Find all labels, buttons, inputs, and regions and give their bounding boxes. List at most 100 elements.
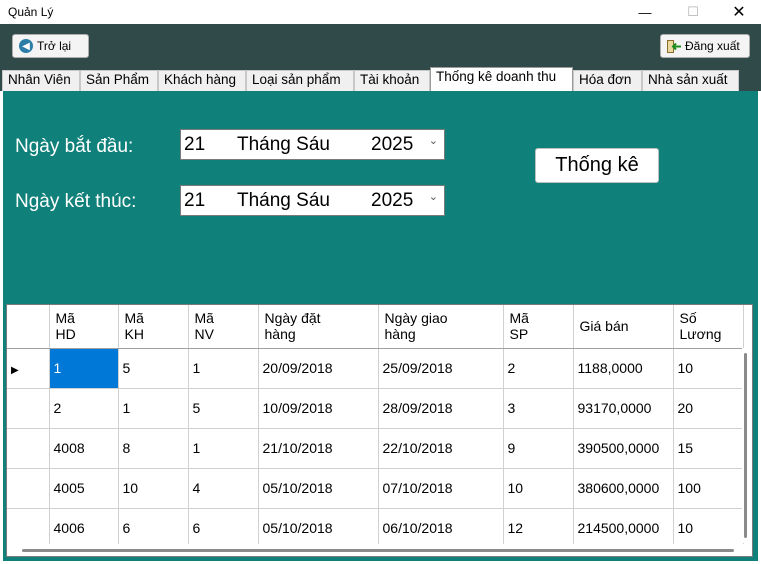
row-header[interactable] xyxy=(7,388,50,429)
table-cell[interactable]: 1 xyxy=(188,428,259,469)
table-cell[interactable]: 28/09/2018 xyxy=(378,388,504,429)
end-day: 21 xyxy=(184,190,206,211)
minimize-button[interactable]: — xyxy=(622,0,668,24)
table-cell[interactable]: 25/09/2018 xyxy=(378,348,504,389)
window-title: Quản Lý xyxy=(8,5,54,19)
table-cell[interactable]: 100 xyxy=(673,468,744,509)
table-cell[interactable]: 4005 xyxy=(49,468,119,509)
tab-thong-ke-doanh-thu[interactable]: Thống kê doanh thu xyxy=(430,67,573,91)
start-date-label: Ngày bắt đầu: xyxy=(15,136,134,157)
back-button-label: Trở lại xyxy=(37,39,72,53)
table-cell[interactable]: 10/09/2018 xyxy=(258,388,379,429)
horizontal-scroll-thumb[interactable] xyxy=(22,549,734,552)
start-year: 2025 xyxy=(371,134,414,155)
row-header[interactable] xyxy=(7,508,50,549)
column-header-ngay-dat-hang[interactable]: Ngày đặt hàng xyxy=(258,305,379,349)
vertical-scrollbar[interactable] xyxy=(742,348,752,543)
tab-strip: Nhân Viên Sản Phẩm Khách hàng Loại sản p… xyxy=(0,67,761,91)
table-cell[interactable]: 380600,0000 xyxy=(573,468,674,509)
table-cell[interactable]: 2 xyxy=(49,388,119,429)
table-row[interactable]: 4005 10 4 05/10/2018 07/10/2018 10 38060… xyxy=(7,468,744,509)
table-cell[interactable]: 1 xyxy=(49,348,119,389)
tab-tai-khoan[interactable]: Tài khoản xyxy=(354,70,430,91)
tab-khach-hang[interactable]: Khách hàng xyxy=(158,70,246,91)
column-header-gia-ban[interactable]: Giá bán xyxy=(573,305,674,349)
start-day: 21 xyxy=(184,134,206,155)
table-cell[interactable]: 5 xyxy=(118,348,189,389)
tab-nha-san-xuat[interactable]: Nhà sản xuất xyxy=(642,70,739,91)
column-header-so-luong[interactable]: Số Lương xyxy=(673,305,744,349)
table-cell[interactable]: 214500,0000 xyxy=(573,508,674,549)
logout-icon xyxy=(667,39,681,53)
table-cell[interactable]: 05/10/2018 xyxy=(258,468,379,509)
table-cell[interactable]: 9 xyxy=(503,428,574,469)
horizontal-scrollbar[interactable] xyxy=(7,544,752,556)
table-cell[interactable]: 07/10/2018 xyxy=(378,468,504,509)
table-cell[interactable]: 3 xyxy=(503,388,574,429)
table-cell[interactable]: 4 xyxy=(188,468,259,509)
table-cell[interactable]: 10 xyxy=(118,468,189,509)
table-cell[interactable]: 8 xyxy=(118,428,189,469)
table-row[interactable]: 4006 6 6 05/10/2018 06/10/2018 12 214500… xyxy=(7,508,744,549)
table-cell[interactable]: 93170,0000 xyxy=(573,388,674,429)
toolbar: ◀ Trở lại Đăng xuất xyxy=(0,24,761,67)
table-cell[interactable]: 6 xyxy=(188,508,259,549)
table-cell[interactable]: 4006 xyxy=(49,508,119,549)
table-cell[interactable]: 1188,0000 xyxy=(573,348,674,389)
start-month: Tháng Sáu xyxy=(237,134,330,155)
row-header[interactable]: ▶ xyxy=(7,348,50,389)
statistics-button[interactable]: Thống kê xyxy=(535,148,659,183)
tab-hoa-don[interactable]: Hóa đơn xyxy=(573,70,642,91)
table-cell[interactable]: 05/10/2018 xyxy=(258,508,379,549)
chevron-down-icon[interactable]: ⌄ xyxy=(429,190,438,203)
current-row-icon: ▶ xyxy=(11,365,19,376)
end-date-label: Ngày kết thúc: xyxy=(15,191,137,212)
end-month: Tháng Sáu xyxy=(237,190,330,211)
table-cell[interactable]: 10 xyxy=(673,508,744,549)
close-button[interactable]: ✕ xyxy=(716,0,761,24)
row-header[interactable] xyxy=(7,468,50,509)
table-row[interactable]: 2 1 5 10/09/2018 28/09/2018 3 93170,0000… xyxy=(7,388,744,429)
start-date-picker[interactable]: 21 Tháng Sáu 2025 ⌄ xyxy=(180,129,445,160)
column-header-ma-hd[interactable]: Mã HD xyxy=(49,305,119,349)
column-header-ma-kh[interactable]: Mã KH xyxy=(118,305,189,349)
column-header-ma-sp[interactable]: Mã SP xyxy=(503,305,574,349)
table-cell[interactable]: 6 xyxy=(118,508,189,549)
back-button[interactable]: ◀ Trở lại xyxy=(12,34,89,58)
table-cell[interactable]: 06/10/2018 xyxy=(378,508,504,549)
table-cell[interactable]: 12 xyxy=(503,508,574,549)
column-header-ma-nv[interactable]: Mã NV xyxy=(188,305,259,349)
vertical-scroll-thumb[interactable] xyxy=(744,353,747,538)
column-header-ngay-giao-hang[interactable]: Ngày giao hàng xyxy=(378,305,504,349)
table-cell[interactable]: 390500,0000 xyxy=(573,428,674,469)
table-cell[interactable]: 1 xyxy=(118,388,189,429)
table-cell[interactable]: 22/10/2018 xyxy=(378,428,504,469)
row-header-corner xyxy=(7,305,50,349)
header-row: Mã HD Mã KH Mã NV Ngày đặt hàng Ngày giao hàn… xyxy=(7,305,744,349)
logout-button-label: Đăng xuất xyxy=(685,39,740,53)
chevron-down-icon[interactable]: ⌄ xyxy=(429,134,438,147)
table-cell[interactable]: 10 xyxy=(503,468,574,509)
logout-button[interactable]: Đăng xuất xyxy=(660,34,750,58)
table-cell[interactable]: 1 xyxy=(188,348,259,389)
end-date-picker[interactable]: 21 Tháng Sáu 2025 ⌄ xyxy=(180,185,445,216)
table-cell[interactable]: 4008 xyxy=(49,428,119,469)
table-cell[interactable]: 20 xyxy=(673,388,744,429)
table-cell[interactable]: 2 xyxy=(503,348,574,389)
table-cell[interactable]: 15 xyxy=(673,428,744,469)
table-cell[interactable]: 21/10/2018 xyxy=(258,428,379,469)
row-header[interactable] xyxy=(7,428,50,469)
maximize-button[interactable]: ☐ xyxy=(670,0,716,24)
end-year: 2025 xyxy=(371,190,414,211)
table-row[interactable]: 4008 8 1 21/10/2018 22/10/2018 9 390500,… xyxy=(7,428,744,469)
revenue-data-grid[interactable]: Mã HD Mã KH Mã NV Ngày đặt hàng Ngày giao hàn… xyxy=(6,304,753,557)
table-row[interactable]: ▶ 1 5 1 20/09/2018 25/09/2018 2 1188,000… xyxy=(7,348,744,389)
table-cell[interactable]: 10 xyxy=(673,348,744,389)
tab-san-pham[interactable]: Sản Phẩm xyxy=(80,70,158,91)
tab-nhan-vien[interactable]: Nhân Viên xyxy=(2,70,80,91)
table-cell[interactable]: 20/09/2018 xyxy=(258,348,379,389)
table-cell[interactable]: 5 xyxy=(188,388,259,429)
tab-loai-san-pham[interactable]: Loại sản phẩm xyxy=(246,70,354,91)
title-bar: Quản Lý — ☐ ✕ xyxy=(0,0,761,24)
revenue-table: Mã HD Mã KH Mã NV Ngày đặt hàng Ngày giao hàn… xyxy=(7,305,744,549)
